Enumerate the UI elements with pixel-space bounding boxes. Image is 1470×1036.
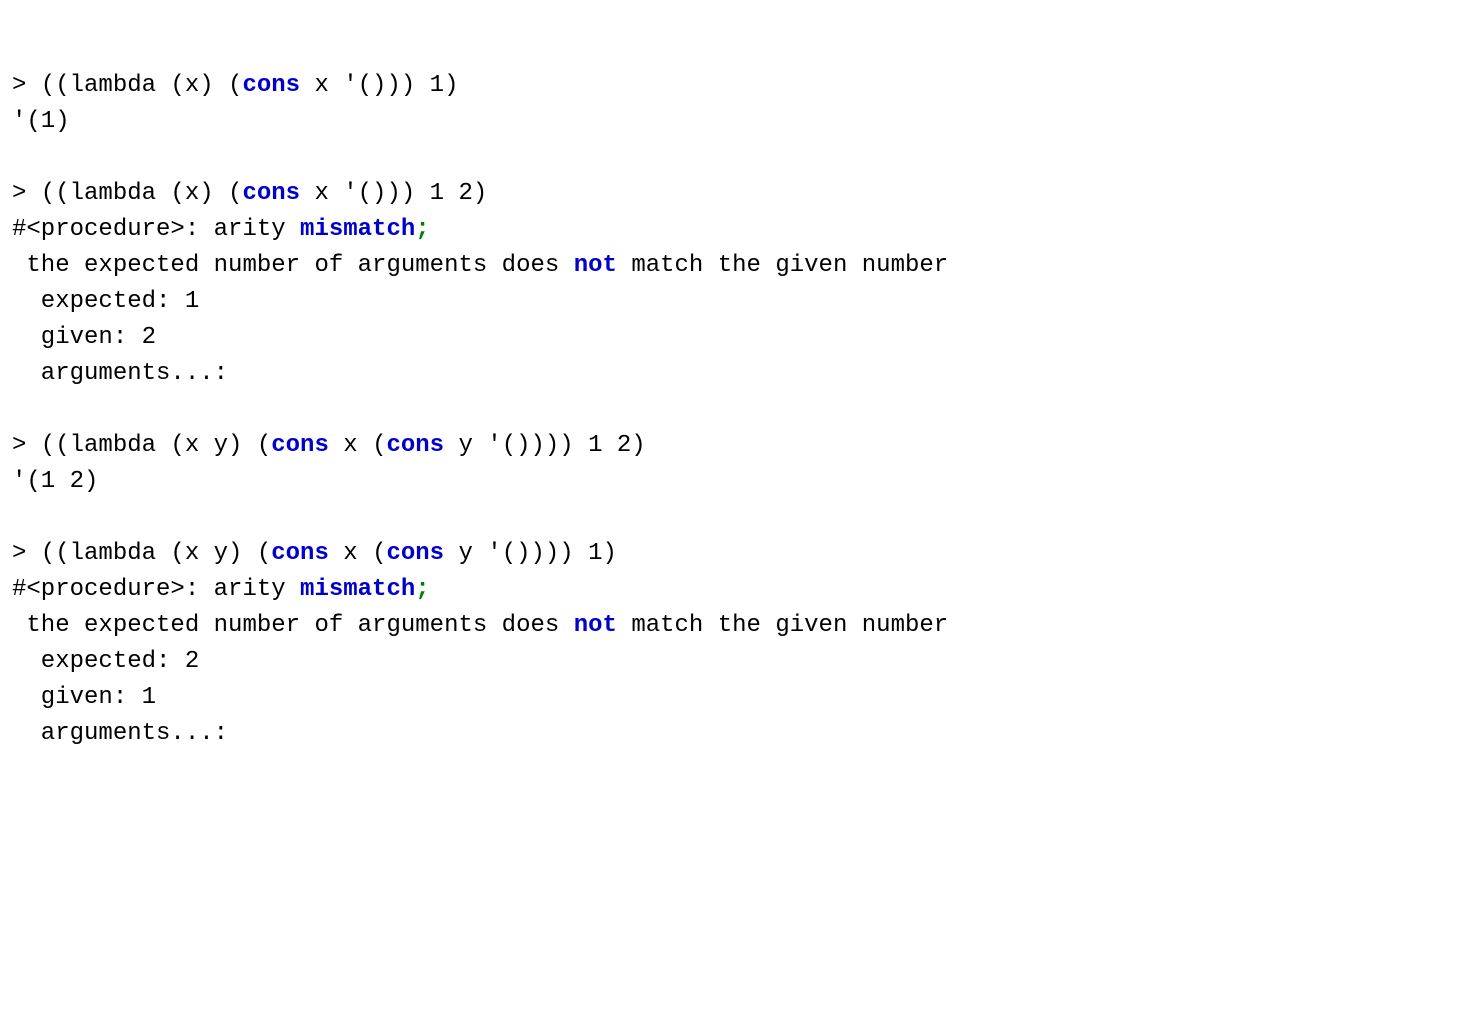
line-9: arguments...: <box>12 360 228 387</box>
line-18: given: 1 <box>12 684 156 711</box>
line-19: arguments...: <box>12 720 228 747</box>
line-15: #<procedure>: arity mismatch; <box>12 576 430 603</box>
line-14: > ((lambda (x y) (cons x (cons y '()))) … <box>12 540 617 567</box>
line-12: '(1 2) <box>12 468 98 495</box>
line-5: #<procedure>: arity mismatch; <box>12 216 430 243</box>
line-11: > ((lambda (x y) (cons x (cons y '()))) … <box>12 432 646 459</box>
line-1: > ((lambda (x) (cons x '())) 1) <box>12 72 458 99</box>
line-8: given: 2 <box>12 324 156 351</box>
line-6: the expected number of arguments does no… <box>12 252 948 279</box>
line-4: > ((lambda (x) (cons x '())) 1 2) <box>12 180 487 207</box>
line-17: expected: 2 <box>12 648 199 675</box>
line-7: expected: 1 <box>12 288 199 315</box>
line-16: the expected number of arguments does no… <box>12 612 948 639</box>
line-2: '(1) <box>12 108 70 135</box>
code-block: > ((lambda (x) (cons x '())) 1) '(1) > (… <box>12 68 1458 752</box>
